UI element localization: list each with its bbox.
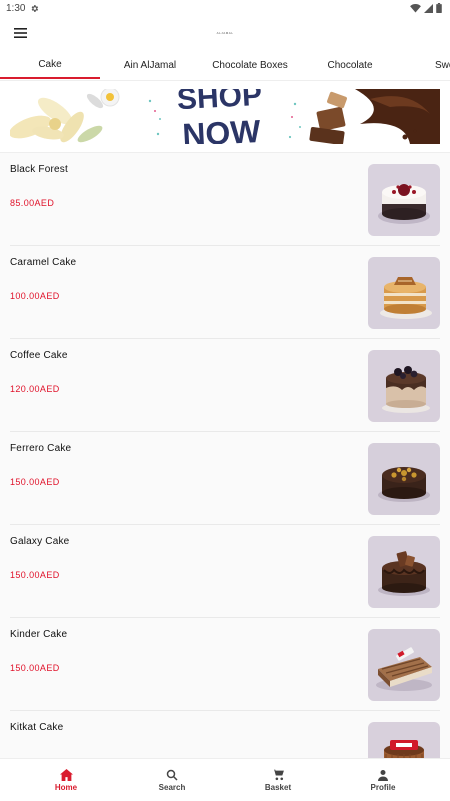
home-icon [59,768,73,781]
product-item-kinder-cake[interactable]: Kinder Cake 150.00AED [10,618,440,711]
product-price: 85.00AED [10,198,55,208]
tab-chocolate[interactable]: Chocolate [300,52,400,79]
search-icon [166,769,178,781]
cake-image-icon [368,536,440,608]
product-item-coffee-cake[interactable]: Coffee Cake 120.00AED [10,339,440,432]
banner-text-shop: SHOP [176,89,263,116]
product-name: Kitkat Cake [10,722,64,733]
tab-label: Chocolate Boxes [212,60,288,71]
status-bar: 1:30 [0,0,450,16]
product-image [368,350,440,422]
nav-label: Search [158,782,186,792]
product-name: Kinder Cake [10,629,68,640]
product-name: Black Forest [10,164,68,175]
shop-now-banner[interactable]: SHOP NOW [10,89,440,144]
daisy-decoration-icon [100,89,120,107]
product-price: 100.00AED [10,291,60,301]
cake-image-icon [368,443,440,515]
product-name: Galaxy Cake [10,536,70,547]
nav-label: Basket [264,782,292,792]
wifi-icon [410,3,421,13]
nav-search[interactable]: Search [142,759,202,801]
battery-icon [436,3,442,13]
product-image [368,164,440,236]
product-item-kitkat-cake[interactable]: Kitkat Cake [10,711,440,758]
tab-label: Swe [435,60,450,71]
nav-home[interactable]: Home [36,759,96,801]
status-right [410,3,442,13]
status-left: 1:30 [6,3,39,14]
app-bar: ALJAMAL [0,16,450,52]
cake-image-icon [368,722,440,758]
product-image [368,536,440,608]
bottom-navigation: Home Search Basket Profile [0,758,450,801]
product-image [368,722,440,758]
tab-swe[interactable]: Swe [400,52,450,79]
tab-label: Cake [38,59,62,70]
hamburger-menu-icon [13,28,27,38]
nav-basket[interactable]: Basket [248,759,308,801]
banner-image: SHOP NOW [10,89,440,144]
basket-icon [271,769,284,780]
brand-logo: ALJAMAL [205,29,245,37]
product-item-caramel-cake[interactable]: Caramel Cake 100.00AED [10,246,440,339]
nav-label: Home [54,782,78,792]
product-price: 120.00AED [10,384,60,394]
tab-ain-aljamal[interactable]: Ain AlJamal [100,52,200,79]
settings-icon [32,4,39,12]
status-time: 1:30 [6,2,26,14]
product-name: Coffee Cake [10,350,68,361]
tab-chocolate-boxes[interactable]: Chocolate Boxes [200,52,300,79]
product-price: 150.00AED [10,477,60,487]
product-name: Ferrero Cake [10,443,72,454]
tab-cake[interactable]: Cake [0,52,100,79]
menu-button[interactable] [10,24,30,42]
cake-image-icon [368,350,440,422]
product-item-ferrero-cake[interactable]: Ferrero Cake 150.00AED [10,432,440,525]
product-name: Caramel Cake [10,257,77,268]
profile-icon [378,769,388,781]
cake-image-icon [368,257,440,329]
nav-profile[interactable]: Profile [353,759,413,801]
product-image [368,257,440,329]
product-image [368,443,440,515]
cake-image-icon [368,629,440,701]
banner-text-now: NOW [181,113,262,144]
signal-icon [424,3,433,13]
product-price: 150.00AED [10,663,60,673]
product-price: 150.00AED [10,570,60,580]
product-item-black-forest[interactable]: Black Forest 85.00AED [10,153,440,246]
category-tabs: Cake Ain AlJamal Chocolate Boxes Chocola… [0,52,450,81]
cake-image-icon [368,164,440,236]
tab-label: Ain AlJamal [123,60,177,71]
tab-label: Chocolate [327,60,373,71]
product-list: Black Forest 85.00AED Caramel Cake 100.0… [0,153,450,758]
product-image [368,629,440,701]
product-item-galaxy-cake[interactable]: Galaxy Cake 150.00AED [10,525,440,618]
nav-label: Profile [370,782,396,792]
brand-logo-text: ALJAMAL [216,31,234,35]
